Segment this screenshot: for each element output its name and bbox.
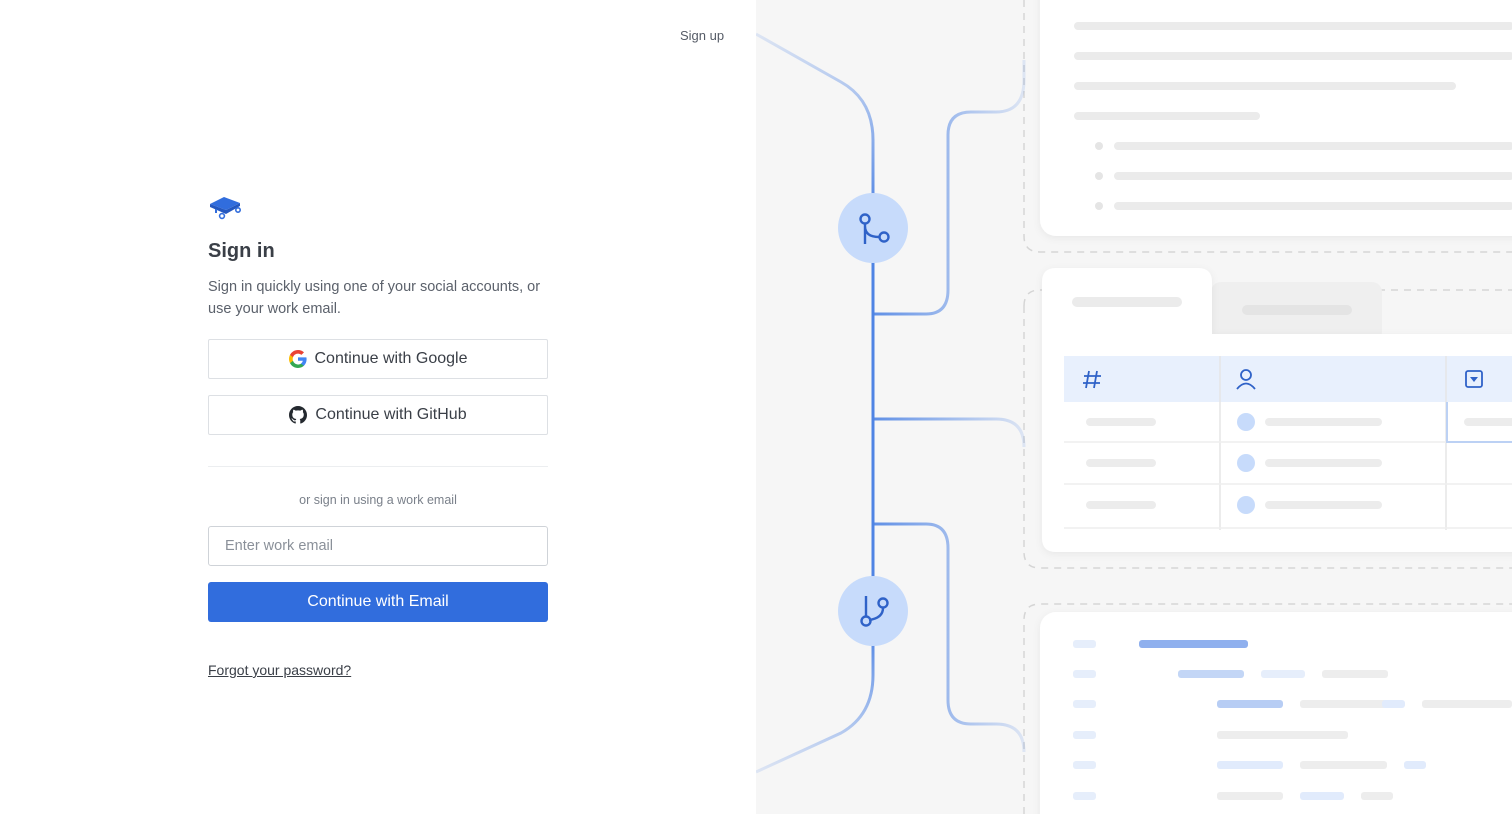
workflow-illustration xyxy=(756,0,1512,814)
sign-in-form: Sign in Sign in quickly using one of you… xyxy=(208,194,548,678)
divider xyxy=(208,466,548,467)
github-icon xyxy=(289,406,308,424)
book-logo-icon xyxy=(210,197,241,220)
page-title: Sign in xyxy=(208,240,275,262)
git-branch-icon xyxy=(838,576,908,646)
github-button-label: Continue with GitHub xyxy=(315,406,467,423)
work-email-input[interactable] xyxy=(208,526,548,566)
divider-text: or sign in using a work email xyxy=(299,493,457,507)
continue-with-email-button[interactable]: Continue with Email xyxy=(208,582,548,622)
illustration-panel xyxy=(756,0,1512,814)
continue-with-google-button[interactable]: Continue with Google xyxy=(208,339,548,379)
forgot-password-link[interactable]: Forgot your password? xyxy=(208,662,351,678)
sign-up-link[interactable]: Sign up xyxy=(680,28,724,43)
git-merge-icon xyxy=(838,193,908,263)
continue-with-github-button[interactable]: Continue with GitHub xyxy=(208,395,548,435)
google-icon xyxy=(288,350,307,368)
google-button-label: Continue with Google xyxy=(314,350,468,367)
sign-in-subtitle: Sign in quickly using one of your social… xyxy=(208,279,541,317)
sign-in-panel: Sign up Sign in Sign in quickly using on… xyxy=(0,0,756,814)
